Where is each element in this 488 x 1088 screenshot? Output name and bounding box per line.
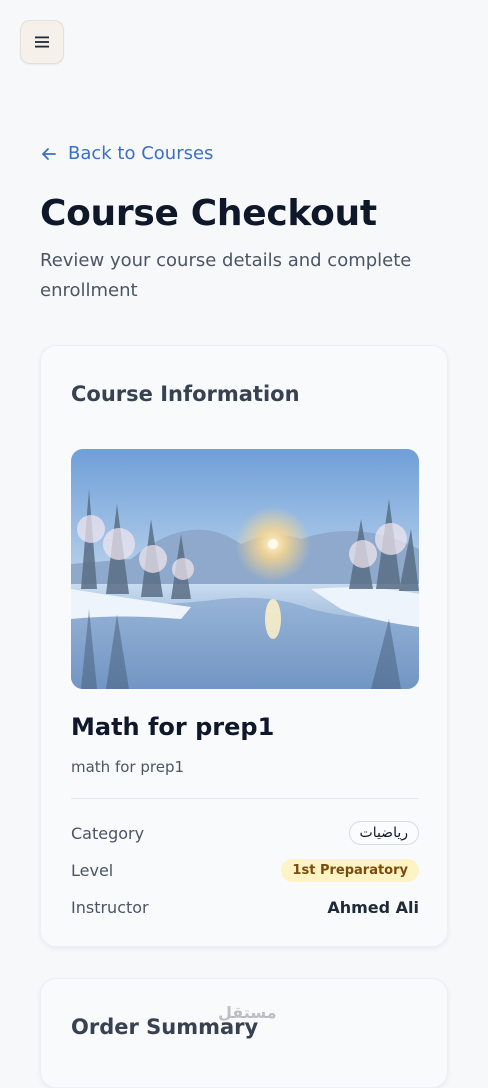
course-description: math for prep1 [71,758,185,776]
order-summary-heading: Order Summary [71,1015,259,1039]
level-row: Level 1st Preparatory [71,856,419,884]
divider [71,798,419,799]
back-link-label: Back to Courses [68,143,214,164]
back-to-courses-link[interactable]: Back to Courses [40,143,213,164]
instructor-row: Instructor Ahmed Ali [71,893,419,921]
course-information-card: Course Information Math for prep1 math f… [40,345,448,947]
category-row: Category رياضيات [71,819,419,847]
instructor-label: Instructor [71,897,149,917]
category-label: Category [71,823,145,843]
arrow-left-icon [42,147,56,160]
instructor-name: Ahmed Ali [327,897,419,917]
level-badge: 1st Preparatory [281,858,419,882]
course-information-heading: Course Information [71,382,300,406]
course-name: Math for prep1 [71,713,275,741]
menu-button[interactable] [20,20,64,64]
page-subtitle: Review your course details and complete … [40,250,412,301]
course-image [71,449,419,689]
page-title: Course Checkout [40,193,377,234]
level-label: Level [71,860,114,880]
order-summary-card: Order Summary [40,978,448,1088]
hamburger-menu-icon [35,36,49,48]
category-badge: رياضيات [348,821,419,845]
